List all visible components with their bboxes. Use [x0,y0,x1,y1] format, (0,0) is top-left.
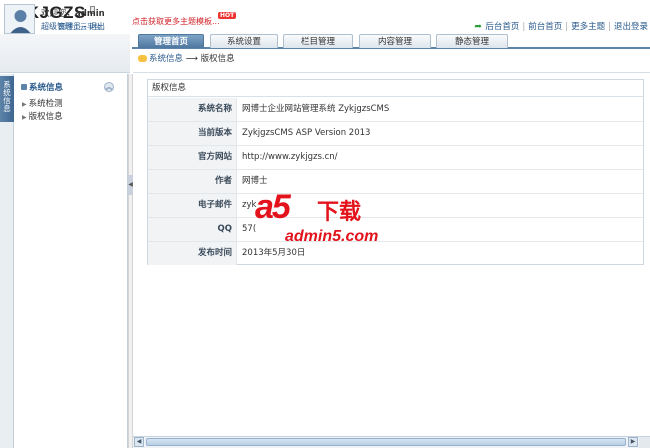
username: admin [75,9,105,19]
sidebar-vertical-tab[interactable]: 系统信息 [0,76,14,122]
scroll-left-icon[interactable]: ◀ [134,437,144,447]
collapse-icon[interactable]: ︽ [104,82,114,92]
sidebar-menu [15,74,128,448]
info-row: 系统名称 网博士企业网站管理系统 ZykjgzsCMS [148,98,643,122]
info-row: 官方网站 http://www.zykjgzs.cn/ [148,146,643,170]
frontend-home-link[interactable]: 前台首页 [528,22,562,32]
row-value: http://www.zykjgzs.cn/ [242,152,338,162]
welcome-text: 欢迎您，admin [41,9,105,19]
tab-content-management[interactable]: 内容管理 [359,34,431,48]
breadcrumb: 系统信息 ⟶ 版权信息 [138,52,235,64]
info-row: 当前版本 ZykjgzsCMS ASP Version 2013 [148,122,643,146]
avatar [4,4,35,34]
chat-bubble-icon [138,55,147,62]
logout-link[interactable]: 退出登录 [614,22,648,32]
user-avatar-icon [5,5,34,33]
row-label: 系统名称 [148,98,237,121]
role-link[interactable]: 超级管理员 [41,22,81,31]
scrollbar-thumb[interactable] [146,438,626,446]
caret-right-icon: ▶ [22,101,27,108]
row-label: 电子邮件 [148,194,237,217]
scroll-right-icon[interactable]: ▶ [628,437,638,447]
scrollbar-corner [639,437,650,448]
user-links: 超级管理员 - 退出 [41,22,105,31]
top-links: ➦ 后台首页 | 前台首页 | 更多主题 | 退出登录 [474,22,648,32]
caret-right-icon: ▶ [22,114,27,121]
breadcrumb-copyright: 版权信息 [200,54,235,64]
sidebar-item-copyright[interactable]: ▶ 版权信息 [22,110,63,122]
tab-system-settings[interactable]: 系统设置 [210,34,278,48]
user-box [0,34,130,73]
user-logout-link[interactable]: 退出 [89,22,105,31]
watermark-logo: a5 [255,188,291,226]
watermark-text: 下载 [317,200,362,225]
row-label: 当前版本 [148,122,237,145]
row-value: ZykjgzsCMS ASP Version 2013 [242,128,371,138]
row-label: 官方网站 [148,146,237,169]
a5-watermark: a5 下载 admin5.com [255,188,400,258]
watermark-url: admin5.com [285,228,379,245]
row-label: QQ [148,218,237,241]
sidebar-item-system-check[interactable]: ▶ 系统检测 [22,97,63,109]
sidebar-section-title: 系统信息 [29,83,64,93]
more-themes-link[interactable]: 更多主题 [571,22,605,32]
panel-title: 版权信息 [148,80,643,97]
hot-badge: HOT [218,12,237,19]
tab-admin-home[interactable]: 管理首页 [138,34,204,48]
row-label: 作者 [148,170,237,193]
backend-home-link[interactable]: 后台首页 [485,22,519,32]
tab-column-management[interactable]: 栏目管理 [283,34,353,48]
tab-static-management[interactable]: 静态管理 [436,34,508,48]
home-arrow-icon: ➦ [474,22,482,32]
row-value: 网博士企业网站管理系统 ZykjgzsCMS [242,104,390,114]
breadcrumb-system-info[interactable]: 系统信息 [149,54,183,64]
main-tab-bar: 管理首页 系统设置 栏目管理 内容管理 静态管理 [132,34,650,49]
sidebar-strip [0,74,14,448]
breadcrumb-arrow: ⟶ [185,54,198,64]
row-label: 发布时间 [148,242,237,265]
promo-link[interactable]: 点击获取更多主题模板... [132,16,220,27]
